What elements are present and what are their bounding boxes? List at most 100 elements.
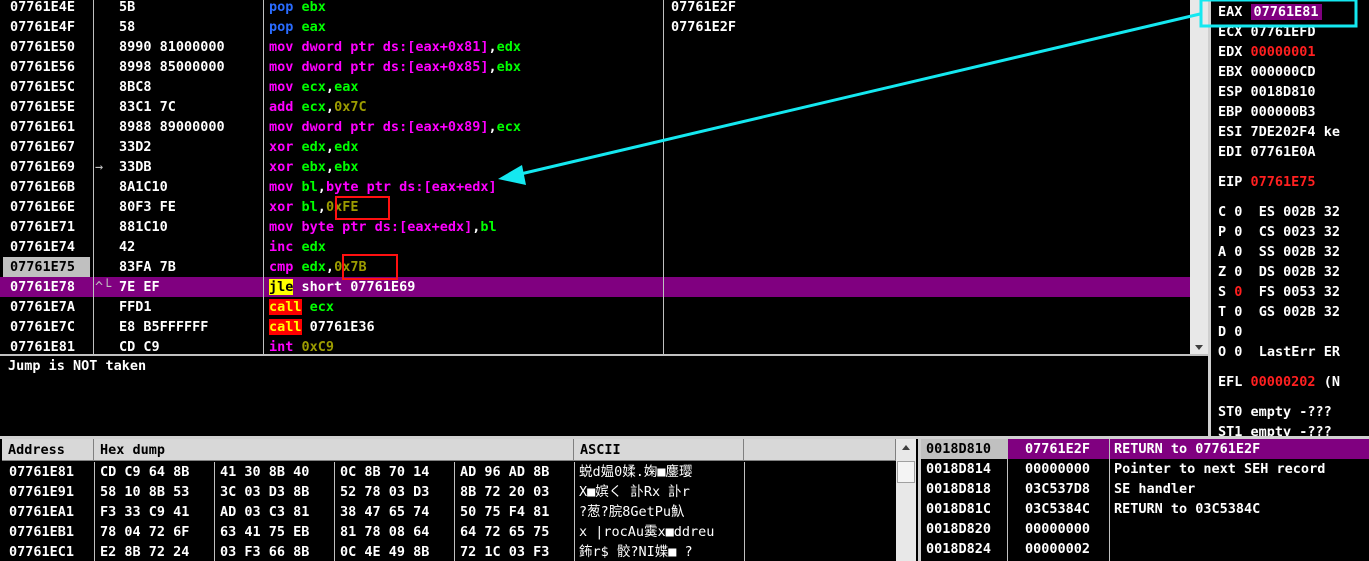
- disasm-address[interactable]: 07761E7C: [10, 317, 90, 337]
- stack-value[interactable]: 00000000: [1025, 459, 1107, 479]
- dump-hex-group[interactable]: 0C 8B 70 14: [340, 462, 456, 482]
- disasm-address[interactable]: 07761E67: [10, 137, 90, 157]
- disasm-row[interactable]: 07761E4F 58 pop eax: [0, 17, 1208, 37]
- fpu-st1[interactable]: ST1 empty -???: [1218, 422, 1369, 436]
- dump-row[interactable]: 07761EC1 E2 8B 72 24 03 F3 66 8B 0C 4E 49 8…: [0, 542, 918, 561]
- disasm-address[interactable]: 07761E75: [3, 257, 90, 277]
- registers-pane[interactable]: EAX 07761E81 ECX 07761EFD EDX 00000001 E…: [1211, 0, 1369, 436]
- dump-hex-group[interactable]: 52 78 03 D3: [340, 482, 456, 502]
- flag-row[interactable]: A 0 SS 002B 32: [1218, 242, 1369, 262]
- disasm-row[interactable]: 07761E75 83FA 7B cmp edx,0x7B: [0, 257, 1208, 277]
- stack-value[interactable]: 00000002: [1025, 539, 1107, 559]
- disasm-address[interactable]: 07761E7A: [10, 297, 90, 317]
- dump-header-hex[interactable]: Hex dump: [94, 439, 574, 461]
- flag-value[interactable]: 0: [1234, 284, 1242, 300]
- disasm-instruction[interactable]: cmp edx,0x7B: [269, 257, 659, 277]
- flag-value[interactable]: 0: [1234, 264, 1242, 280]
- dump-row[interactable]: 07761E81 CD C9 64 8B 41 30 8B 40 0C 8B 70 1…: [0, 462, 918, 482]
- dump-address[interactable]: 07761EA1: [9, 502, 93, 522]
- disasm-instruction[interactable]: xor edx,edx: [269, 137, 659, 157]
- disasm-instruction[interactable]: mov dword ptr ds:[eax+0x81],edx: [269, 37, 659, 57]
- disasm-address[interactable]: 07761E71: [10, 217, 90, 237]
- disasm-instruction[interactable]: mov dword ptr ds:[eax+0x89],ecx: [269, 117, 659, 137]
- dump-hex-group[interactable]: 8B 72 20 03: [460, 482, 576, 502]
- register-eax[interactable]: EAX 07761E81: [1218, 2, 1369, 22]
- scroll-up-icon[interactable]: [902, 445, 910, 450]
- stack-value[interactable]: 03C5384C: [1025, 499, 1107, 519]
- dump-hex-group[interactable]: 41 30 8B 40: [220, 462, 336, 482]
- dump-hex-group[interactable]: AD 03 C3 81: [220, 502, 336, 522]
- flag-row[interactable]: D 0: [1218, 322, 1369, 342]
- dump-ascii[interactable]: X■嫔く 訃Rx 訃r: [579, 482, 743, 502]
- dump-ascii[interactable]: x |rocAu霙x■ddreu: [579, 522, 743, 542]
- disasm-instruction[interactable]: xor bl,0xFE: [269, 197, 659, 217]
- disasm-instruction[interactable]: mov dword ptr ds:[eax+0x85],ebx: [269, 57, 659, 77]
- disassembly-pane[interactable]: 07761E4E 5B pop ebx 07761E4F 58 pop eax 07761E…: [0, 0, 1208, 354]
- flag-row[interactable]: T 0 GS 002B 32: [1218, 302, 1369, 322]
- scroll-down-icon[interactable]: [1195, 345, 1203, 350]
- dump-hex-group[interactable]: 78 04 72 6F: [100, 522, 216, 542]
- disasm-row[interactable]: 07761E7A FFD1 call ecx: [0, 297, 1208, 317]
- flag-row[interactable]: C 0 ES 002B 32: [1218, 202, 1369, 222]
- disasm-address[interactable]: 07761E5C: [10, 77, 90, 97]
- disasm-row[interactable]: 07761E6B 8A1C10 mov bl,byte ptr ds:[eax+ed…: [0, 177, 1208, 197]
- dump-address[interactable]: 07761E81: [9, 462, 93, 482]
- register-esi[interactable]: ESI 7DE202F4 ke: [1218, 122, 1369, 142]
- hex-dump-pane[interactable]: Address Hex dump ASCII 07761E81 CD C9 64 …: [0, 439, 918, 561]
- register-esp[interactable]: ESP 0018D810: [1218, 82, 1369, 102]
- flag-value[interactable]: 0: [1234, 304, 1242, 320]
- dump-address[interactable]: 07761EB1: [9, 522, 93, 542]
- stack-row[interactable]: 0018D81C 03C5384C RETURN to 03C5384C: [921, 499, 1369, 519]
- register-edx[interactable]: EDX 00000001: [1218, 42, 1369, 62]
- flag-value[interactable]: 0: [1234, 324, 1242, 340]
- dump-ascii[interactable]: 鈽r$ 骹?NI媟■ ?: [579, 542, 743, 561]
- dump-row[interactable]: 07761EA1 F3 33 C9 41 AD 03 C3 81 38 47 65 7…: [0, 502, 918, 522]
- dump-hex-group[interactable]: 3C 03 D3 8B: [220, 482, 336, 502]
- flag-row[interactable]: P 0 CS 0023 32: [1218, 222, 1369, 242]
- disasm-instruction[interactable]: mov bl,byte ptr ds:[eax+edx]: [269, 177, 659, 197]
- dump-address[interactable]: 07761E91: [9, 482, 93, 502]
- disasm-instruction[interactable]: mov byte ptr ds:[eax+edx],bl: [269, 217, 659, 237]
- disasm-instruction[interactable]: pop ebx: [269, 0, 659, 17]
- disasm-address[interactable]: 07761E50: [10, 37, 90, 57]
- flag-value[interactable]: 0: [1234, 244, 1242, 260]
- disasm-address[interactable]: 07761E5E: [10, 97, 90, 117]
- register-eip[interactable]: EIP 07761E75: [1218, 172, 1369, 192]
- stack-pane[interactable]: 0018D810 07761E2F RETURN to 07761E2F 0018D8…: [921, 439, 1369, 561]
- stack-address[interactable]: 0018D824: [926, 539, 1006, 559]
- disasm-row[interactable]: 07761E4E 5B pop ebx: [0, 0, 1208, 17]
- dump-scroll-thumb[interactable]: [897, 461, 915, 483]
- dump-hex-group[interactable]: 0C 4E 49 8B: [340, 542, 456, 561]
- dump-row[interactable]: 07761EB1 78 04 72 6F 63 41 75 EB 81 78 08 6…: [0, 522, 918, 542]
- fpu-st0[interactable]: ST0 empty -???: [1218, 402, 1369, 422]
- stack-row[interactable]: 0018D824 00000002: [921, 539, 1369, 559]
- disasm-instruction[interactable]: int 0xC9: [269, 337, 659, 354]
- disasm-row[interactable]: 07761E61 8988 89000000 mov dword ptr ds:[e…: [0, 117, 1208, 137]
- disasm-instruction[interactable]: add ecx,0x7C: [269, 97, 659, 117]
- dump-header-ascii[interactable]: ASCII: [574, 439, 744, 461]
- dump-hex-group[interactable]: 72 1C 03 F3: [460, 542, 576, 561]
- disasm-address[interactable]: 07761E61: [10, 117, 90, 137]
- stack-value[interactable]: 03C537D8: [1025, 479, 1107, 499]
- dump-address[interactable]: 07761EC1: [9, 542, 93, 561]
- disasm-instruction[interactable]: inc edx: [269, 237, 659, 257]
- disasm-row[interactable]: 07761E50 8990 81000000 mov dword ptr ds:[e…: [0, 37, 1208, 57]
- disasm-address[interactable]: 07761E6B: [10, 177, 90, 197]
- dump-hex-group[interactable]: F3 33 C9 41: [100, 502, 216, 522]
- flag-value[interactable]: 0: [1234, 204, 1242, 220]
- lasterr-row[interactable]: O 0 LastErr ER: [1218, 342, 1369, 362]
- disasm-row[interactable]: 07761E6E 80F3 FE xor bl,0xFE: [0, 197, 1208, 217]
- stack-value[interactable]: 07761E2F: [1025, 439, 1107, 459]
- stack-address[interactable]: 0018D814: [926, 459, 1006, 479]
- dump-hex-group[interactable]: 64 72 65 75: [460, 522, 576, 542]
- stack-row[interactable]: 0018D810 07761E2F RETURN to 07761E2F: [921, 439, 1369, 459]
- register-ebp[interactable]: EBP 000000B3: [1218, 102, 1369, 122]
- disasm-address[interactable]: 07761E69: [10, 157, 90, 177]
- disasm-address[interactable]: 07761E56: [10, 57, 90, 77]
- disasm-instruction[interactable]: call ecx: [269, 297, 659, 317]
- disasm-address[interactable]: 07761E74: [10, 237, 90, 257]
- disasm-address[interactable]: 07761E6E: [10, 197, 90, 217]
- disasm-address[interactable]: 07761E4E: [10, 0, 90, 17]
- dump-hex-group[interactable]: 81 78 08 64: [340, 522, 456, 542]
- stack-address[interactable]: 0018D820: [926, 519, 1006, 539]
